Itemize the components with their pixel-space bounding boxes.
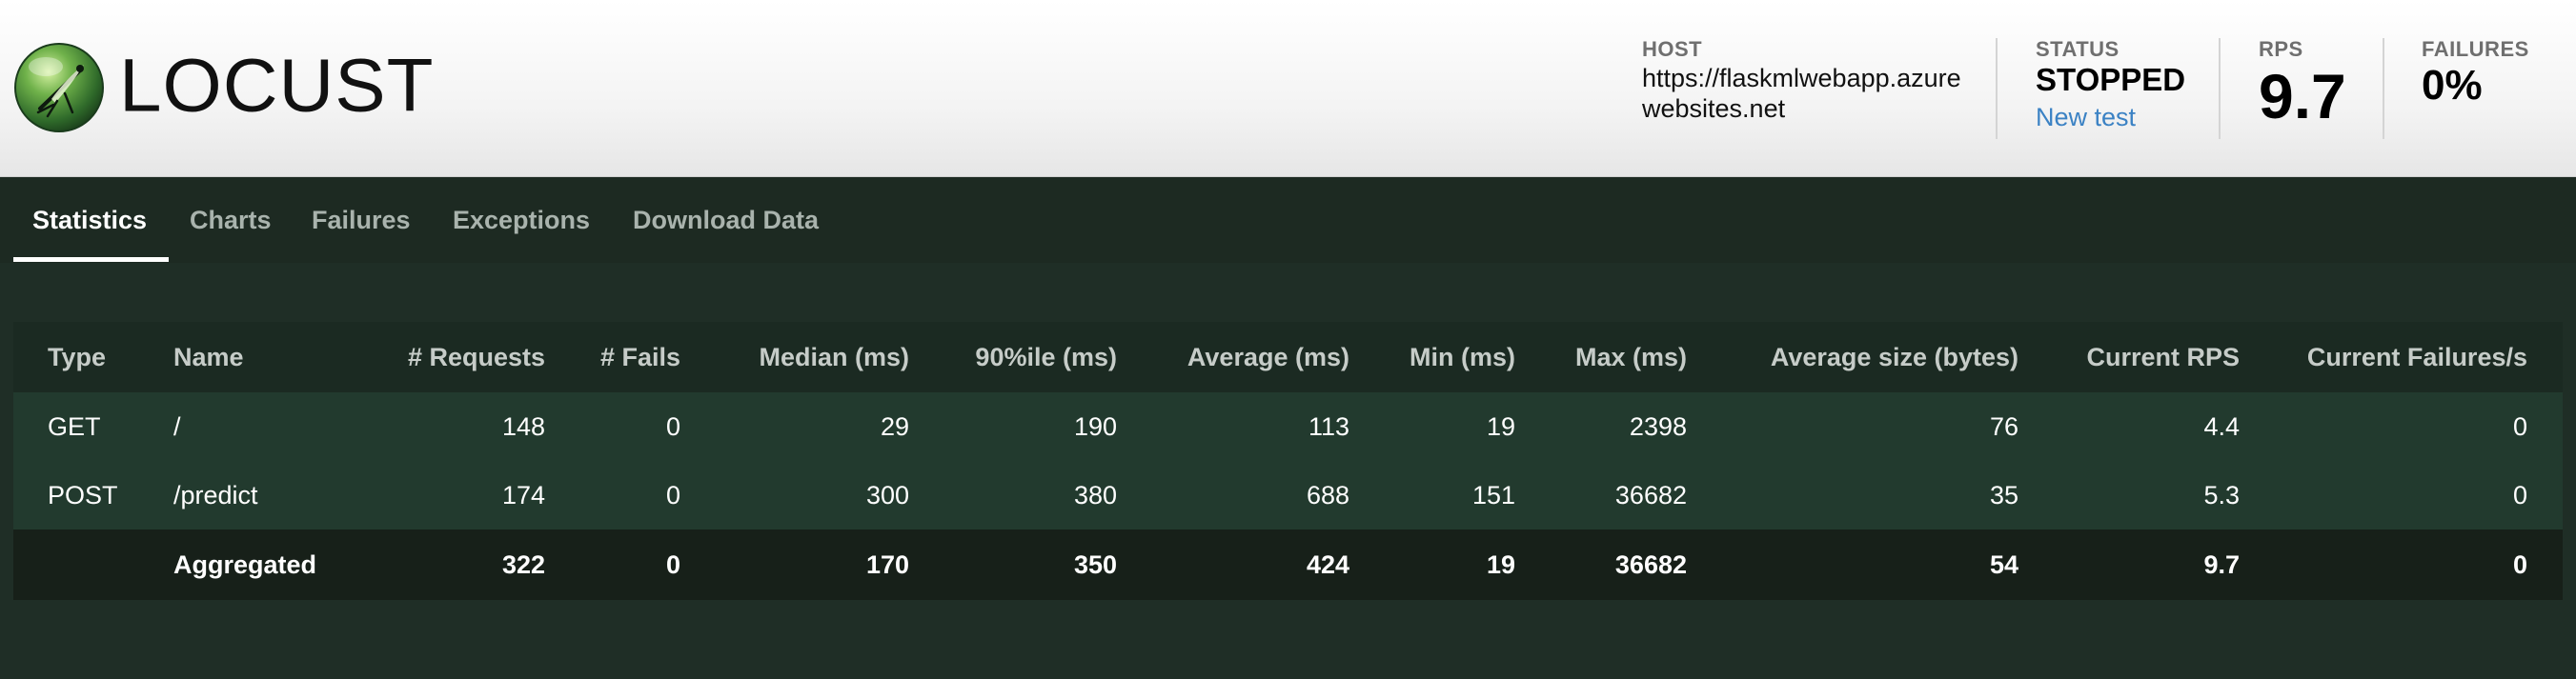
table-cell: 688: [1306, 480, 1349, 509]
tab-failures[interactable]: Failures: [312, 206, 411, 234]
table-cell: POST: [48, 480, 118, 509]
column-header[interactable]: Average size (bytes): [1698, 322, 2018, 392]
table-cell: 113: [1308, 411, 1349, 441]
column-header[interactable]: Median (ms): [692, 322, 909, 392]
header-divider: [1996, 38, 1998, 139]
column-header[interactable]: Average (ms): [1128, 322, 1349, 392]
rps-label: RPS: [2259, 37, 2303, 61]
table-cell: 9.7: [2203, 549, 2240, 579]
status-section: STATUS STOPPED New test: [2036, 38, 2185, 132]
column-header[interactable]: Max (ms): [1527, 322, 1687, 392]
table-cell: 424: [1306, 549, 1349, 579]
table-cell: 380: [1073, 480, 1117, 509]
status-label: STATUS: [2036, 37, 2120, 61]
statistics-table: Type Name # Requests # Fails Median (ms)…: [13, 322, 2563, 600]
tab-download-data[interactable]: Download Data: [633, 206, 819, 234]
table-cell: 170: [865, 549, 909, 579]
column-header[interactable]: Current Failures/s: [2251, 322, 2527, 392]
table-cell: 151: [1471, 480, 1515, 509]
table-cell: 0: [665, 480, 680, 509]
aggregated-row: Aggregated 322 0 170 350 424 19 36682 54…: [13, 529, 2563, 600]
tab-statistics[interactable]: Statistics: [32, 206, 147, 234]
host-section: HOST https://flaskmlwebapp.azurewebsites…: [1642, 38, 1966, 124]
table-cell: 350: [1073, 549, 1117, 579]
table-cell: Aggregated: [173, 549, 317, 579]
new-test-link[interactable]: New test: [2036, 102, 2185, 132]
header-divider: [2383, 38, 2384, 139]
failures-label: FAILURES: [2422, 37, 2529, 61]
column-header[interactable]: 90%ile (ms): [921, 322, 1117, 392]
table-cell: 0: [2512, 480, 2527, 509]
table-cell: 29: [880, 411, 909, 441]
host-label: HOST: [1642, 37, 1703, 61]
column-header[interactable]: # Fails: [557, 322, 680, 392]
table-cell: /: [173, 411, 181, 441]
table-cell: 54: [1989, 549, 2018, 579]
column-header[interactable]: # Requests: [347, 322, 545, 392]
rps-section: RPS 9.7: [2259, 38, 2346, 130]
table-header-row: Type Name # Requests # Fails Median (ms)…: [13, 322, 2563, 392]
table-cell: 35: [1989, 480, 2018, 509]
table-cell: 4.4: [2203, 411, 2240, 441]
locust-logo-icon: [14, 43, 104, 132]
column-header[interactable]: Type: [48, 322, 162, 392]
table-cell: 36682: [1614, 549, 1687, 579]
table-cell: 19: [1486, 411, 1515, 441]
active-tab-indicator: [13, 257, 169, 262]
table-cell: 0: [665, 549, 680, 579]
table-cell: 322: [501, 549, 545, 579]
table-cell: 19: [1486, 549, 1515, 579]
table-cell: /predict: [173, 480, 258, 509]
failures-section: FAILURES 0%: [2422, 38, 2529, 109]
table-row: POST /predict 174 0 300 380 688 151 3668…: [13, 461, 2563, 529]
tab-bar: Statistics Charts Failures Exceptions Do…: [0, 177, 2576, 263]
table-cell: GET: [48, 411, 101, 441]
tab-exceptions[interactable]: Exceptions: [453, 206, 590, 234]
table-cell: 148: [501, 411, 545, 441]
table-cell: 5.3: [2203, 480, 2240, 509]
header-bar: LOCUST HOST https://flaskmlwebapp.azurew…: [0, 0, 2576, 177]
host-value: https://flaskmlwebapp.azurewebsites.net: [1642, 64, 1961, 123]
column-header[interactable]: Current RPS: [2030, 322, 2240, 392]
table-cell: 36682: [1614, 480, 1687, 509]
header-divider: [2219, 38, 2221, 139]
table-cell: 2398: [1629, 411, 1687, 441]
table-cell: [48, 529, 162, 600]
table-cell: 0: [665, 411, 680, 441]
table-cell: 76: [1989, 411, 2018, 441]
failures-value: 0%: [2422, 62, 2483, 109]
table-cell: 0: [2512, 549, 2527, 579]
status-value: STOPPED: [2036, 62, 2186, 97]
brand-name: LOCUST: [119, 43, 435, 128]
rps-value: 9.7: [2259, 61, 2346, 131]
column-header[interactable]: Name: [173, 322, 364, 392]
tab-charts[interactable]: Charts: [190, 206, 272, 234]
table-cell: 0: [2512, 411, 2527, 441]
column-header[interactable]: Min (ms): [1361, 322, 1515, 392]
table-cell: 174: [501, 480, 545, 509]
table-cell: 190: [1073, 411, 1117, 441]
table-row: GET / 148 0 29 190 113 19 2398 76 4.4 0: [13, 392, 2563, 461]
table-cell: 300: [865, 480, 909, 509]
